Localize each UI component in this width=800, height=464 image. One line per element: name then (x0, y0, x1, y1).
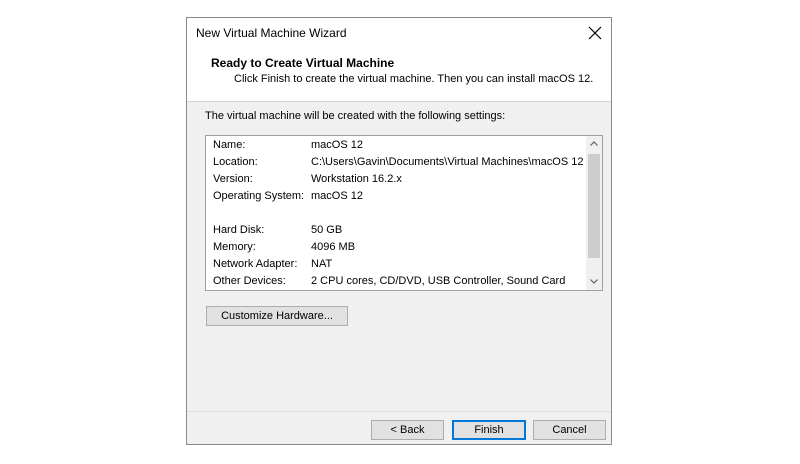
settings-row: Version: Workstation 16.2.x (206, 171, 586, 188)
setting-value: C:\Users\Gavin\Documents\Virtual Machine… (311, 156, 584, 168)
setting-value: NAT (311, 258, 333, 270)
settings-row: Location: C:\Users\Gavin\Documents\Virtua… (206, 154, 586, 171)
setting-value: macOS 12 (311, 139, 363, 151)
setting-value: 4096 MB (311, 241, 356, 253)
setting-label: Operating System: (213, 190, 305, 202)
setting-value: 2 CPU cores, CD/DVD, USB Controller, Sou… (311, 275, 566, 287)
settings-row: Hard Disk: 50 GB (206, 222, 586, 239)
chevron-down-icon (590, 279, 598, 284)
settings-summary-list[interactable]: Name: macOS 12 Location: C:\Users\Gavin\Doc… (205, 135, 603, 291)
setting-label: Memory: (213, 241, 256, 253)
setting-label: Name: (213, 139, 246, 151)
setting-value: 50 GB (311, 224, 343, 236)
scroll-up-button[interactable] (586, 136, 602, 152)
footer-divider (187, 411, 611, 412)
close-icon (588, 26, 602, 40)
cancel-button[interactable]: Cancel (533, 420, 606, 440)
back-button[interactable]: < Back (371, 420, 444, 440)
setting-value: macOS 12 (311, 190, 363, 202)
setting-label: Hard Disk: (213, 224, 265, 236)
settings-row (206, 205, 586, 222)
setting-label: Location: (213, 156, 258, 168)
close-button[interactable] (581, 18, 611, 48)
title-bar[interactable]: New Virtual Machine Wizard (187, 18, 611, 48)
setting-label: Network Adapter: (213, 258, 298, 270)
window-title: New Virtual Machine Wizard (196, 26, 347, 40)
finish-button[interactable]: Finish (452, 420, 526, 440)
page-subtitle: Click Finish to create the virtual machi… (234, 73, 594, 85)
settings-row: Operating System: macOS 12 (206, 188, 586, 205)
setting-label: Version: (213, 173, 253, 185)
chevron-up-icon (590, 141, 598, 146)
vertical-scrollbar[interactable] (586, 136, 602, 290)
wizard-dialog: New Virtual Machine Wizard Ready to Crea… (186, 17, 612, 445)
scroll-thumb[interactable] (588, 154, 600, 258)
scroll-down-button[interactable] (586, 274, 602, 290)
page-title: Ready to Create Virtual Machine (211, 56, 395, 70)
setting-label: Other Devices: (213, 275, 286, 287)
settings-row: Name: macOS 12 (206, 137, 586, 154)
settings-row: Memory: 4096 MB (206, 239, 586, 256)
setting-value: Workstation 16.2.x (311, 173, 402, 185)
settings-intro: The virtual machine will be created with… (205, 110, 506, 122)
settings-row: Other Devices: 2 CPU cores, CD/DVD, USB C… (206, 273, 586, 290)
wizard-header: Ready to Create Virtual Machine Click Fi… (187, 48, 611, 102)
settings-row: Network Adapter: NAT (206, 256, 586, 273)
customize-hardware-button[interactable]: Customize Hardware... (206, 306, 348, 326)
